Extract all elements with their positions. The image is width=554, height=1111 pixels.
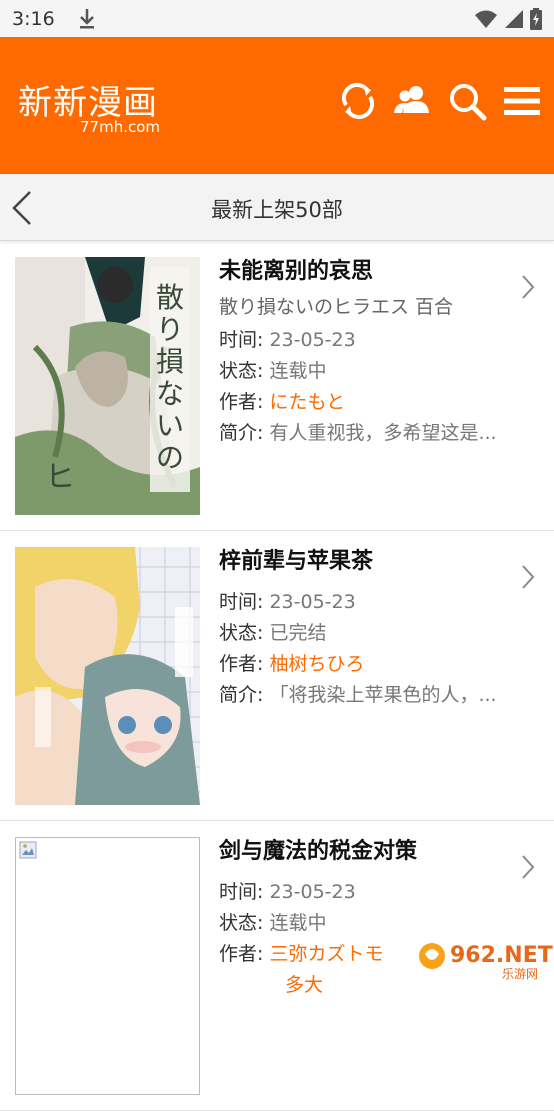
svg-text:い: い — [156, 409, 184, 442]
site-watermark: 962.NET 乐游网 — [410, 930, 554, 984]
status-label: 状态: — [219, 912, 264, 934]
app-logo[interactable]: 新新漫画 77mh.com — [18, 75, 160, 136]
author-label: 作者: — [219, 943, 264, 965]
status-label: 状态: — [219, 622, 264, 644]
cover-image-broken — [15, 837, 200, 1095]
chevron-right-icon — [522, 275, 535, 299]
item-author: 作者: 柚树ちひろ — [219, 649, 534, 680]
item-time: 时间: 23-05-23 — [219, 325, 534, 356]
item-status: 状态: 连载中 — [219, 356, 534, 387]
item-status: 状态: 已完结 — [219, 618, 534, 649]
summary-label: 简介: — [219, 422, 264, 444]
item-alt-title: 散り損ないのヒラエス 百合 — [219, 296, 454, 318]
svg-text:散: 散 — [156, 281, 184, 314]
refresh-icon[interactable] — [338, 81, 378, 121]
author-link[interactable]: 三弥カズトモ — [269, 943, 383, 965]
status-value: 连载中 — [269, 360, 327, 382]
cover-image: 散 り 損 な い の ヒ — [15, 257, 200, 515]
status-value: 连载中 — [269, 912, 327, 934]
download-icon — [79, 8, 94, 28]
svg-text:な: な — [156, 377, 184, 410]
chevron-right-icon — [522, 565, 535, 589]
item-title: 梓前辈与苹果茶 — [219, 549, 374, 574]
status-label: 状态: — [219, 360, 264, 382]
time-value: 23-05-23 — [269, 591, 356, 613]
item-summary: 简介: 有人重视我，多希望这是... — [219, 418, 534, 449]
search-icon[interactable] — [447, 81, 487, 121]
logo-domain: 77mh.com — [80, 118, 161, 136]
cover-image — [15, 547, 200, 805]
svg-text:損: 損 — [156, 345, 184, 378]
sub-header: 最新上架50部 — [0, 174, 554, 241]
item-summary: 简介: 「将我染上苹果色的人，... — [219, 680, 534, 711]
watermark-sub: 乐游网 — [502, 967, 538, 981]
svg-text:り: り — [156, 313, 184, 346]
wifi-icon — [475, 10, 497, 28]
time-value: 23-05-23 — [269, 881, 356, 903]
item-title: 剑与魔法的税金对策 — [219, 839, 418, 864]
chevron-right-icon — [522, 855, 535, 879]
time-label: 时间: — [219, 591, 264, 613]
item-author: 作者: にたもと — [219, 387, 534, 418]
item-info: 未能离别的哀思 散り損ないのヒラエス 百合 时间: 23-05-23 状态: 连… — [219, 257, 534, 449]
watermark-text: 962.NET — [450, 943, 553, 968]
svg-text:ヒ: ヒ — [45, 460, 75, 495]
item-time: 时间: 23-05-23 — [219, 587, 534, 618]
author-label: 作者: — [219, 391, 264, 413]
time-value: 23-05-23 — [269, 329, 356, 351]
summary-label: 简介: — [219, 684, 264, 706]
time-label: 时间: — [219, 329, 264, 351]
item-title: 未能离别的哀思 — [219, 259, 374, 284]
watermark-logo: 962.NET 乐游网 — [414, 936, 553, 981]
time-label: 时间: — [219, 881, 264, 903]
signal-icon — [505, 9, 523, 28]
status-bar: 3:16 — [0, 0, 554, 37]
summary-value: 「将我染上苹果色的人，... — [269, 684, 497, 706]
battery-icon — [530, 7, 542, 30]
item-info: 梓前辈与苹果茶 时间: 23-05-23 状态: 已完结 作者: 柚树ちひろ 简… — [219, 547, 534, 711]
page-title: 最新上架50部 — [211, 198, 343, 222]
menu-icon[interactable] — [502, 81, 542, 121]
author-label: 作者: — [219, 653, 264, 675]
list-item[interactable]: 散 り 損 な い の ヒ 未能离别的哀思 散り損ないのヒラエス 百合 时间: … — [0, 241, 554, 531]
summary-value: 有人重视我，多希望这是... — [269, 422, 497, 444]
author-link[interactable]: にたもと — [269, 391, 345, 413]
svg-text:の: の — [156, 441, 184, 474]
item-time: 时间: 23-05-23 — [219, 877, 534, 908]
app-bar: 新新漫画 77mh.com — [0, 37, 554, 174]
list-item[interactable]: 梓前辈与苹果茶 时间: 23-05-23 状态: 已完结 作者: 柚树ちひろ 简… — [0, 531, 554, 821]
status-value: 已完结 — [269, 622, 327, 644]
users-icon[interactable] — [392, 81, 432, 121]
author-link[interactable]: 柚树ちひろ — [269, 653, 364, 675]
logo-name: 新新漫画 — [18, 83, 158, 123]
author-link-continued[interactable]: 多大 — [285, 974, 323, 996]
broken-image-icon — [19, 841, 37, 859]
status-time: 3:16 — [12, 7, 55, 30]
